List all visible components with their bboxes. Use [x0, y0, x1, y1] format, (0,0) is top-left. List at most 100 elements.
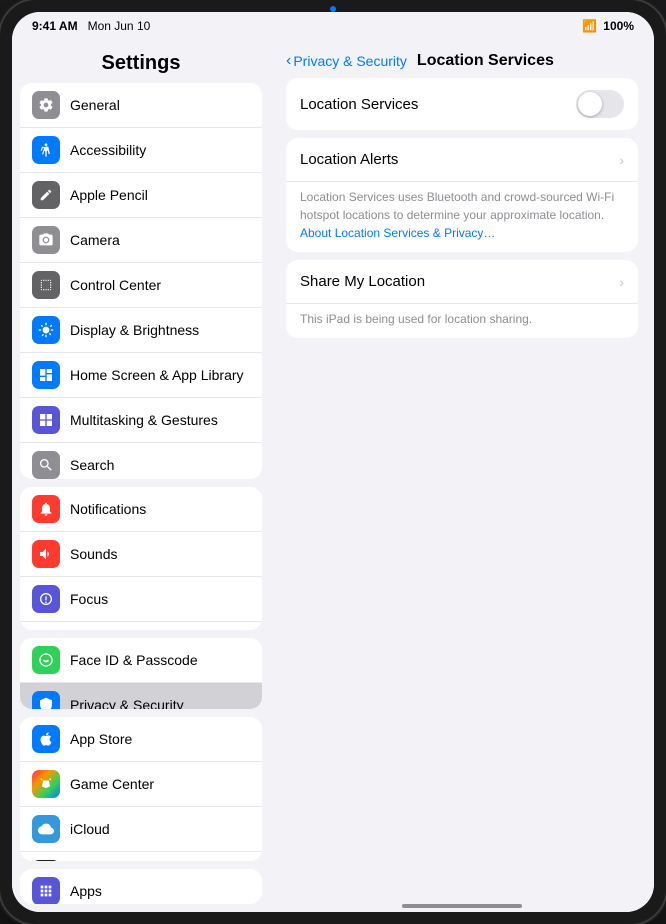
accessibility-label: Accessibility	[70, 142, 250, 158]
sidebar-item-screen-time[interactable]: Screen Time	[20, 622, 262, 630]
sidebar-item-multitasking[interactable]: Multitasking & Gestures	[20, 398, 262, 443]
status-bar: 9:41 AM Mon Jun 10 📶 100%	[12, 12, 654, 40]
app-store-icon	[32, 725, 60, 753]
ipad-frame: 9:41 AM Mon Jun 10 📶 100% Settings	[0, 0, 666, 924]
icloud-label: iCloud	[70, 821, 250, 837]
control-center-icon	[32, 271, 60, 299]
general-label: General	[70, 97, 250, 113]
home-indicator	[270, 892, 654, 912]
sidebar-item-sounds[interactable]: Sounds	[20, 532, 262, 577]
accessibility-icon	[32, 136, 60, 164]
apps-label: Apps	[70, 883, 250, 899]
sidebar-item-face-id[interactable]: Face ID & Passcode	[20, 638, 262, 683]
panel-content: Location Services Location Alerts ›	[270, 78, 654, 346]
location-services-group: Location Services	[286, 78, 638, 130]
share-location-chevron: ›	[619, 274, 624, 290]
location-alerts-label: Location Alerts	[300, 151, 619, 168]
sidebar-item-general[interactable]: General	[20, 83, 262, 128]
game-center-label: Game Center	[70, 776, 250, 792]
sidebar-item-icloud[interactable]: iCloud	[20, 807, 262, 852]
face-id-label: Face ID & Passcode	[70, 652, 250, 668]
sidebar-item-privacy-security[interactable]: Privacy & Security	[20, 683, 262, 709]
sounds-label: Sounds	[70, 546, 250, 562]
notifications-icon	[32, 495, 60, 523]
display-icon	[32, 316, 60, 344]
status-date: Mon Jun 10	[88, 19, 151, 33]
app-store-label: App Store	[70, 731, 250, 747]
share-location-description: This iPad is being used for location sha…	[286, 304, 638, 338]
sidebar-item-apple-pencil[interactable]: Apple Pencil	[20, 173, 262, 218]
location-alerts-chevron: ›	[619, 152, 624, 168]
control-center-label: Control Center	[70, 277, 250, 293]
panel-title: Location Services	[417, 52, 554, 70]
right-panel: ‹ Privacy & Security Location Services L…	[270, 40, 654, 912]
share-my-location-item[interactable]: Share My Location ›	[286, 260, 638, 304]
sidebar-item-notifications[interactable]: Notifications	[20, 487, 262, 532]
battery-indicator: 100%	[603, 19, 634, 33]
general-icon	[32, 91, 60, 119]
spacer	[270, 346, 654, 892]
sidebar: Settings General Accessibility	[12, 40, 270, 912]
sidebar-item-search[interactable]: Search	[20, 443, 262, 479]
wifi-icon: 📶	[582, 19, 597, 33]
toggle-thumb	[578, 92, 602, 116]
location-services-label: Location Services	[300, 96, 576, 113]
homescreen-icon	[32, 361, 60, 389]
sidebar-title: Settings	[12, 40, 270, 83]
sidebar-item-game-center[interactable]: Game Center	[20, 762, 262, 807]
sidebar-item-control-center[interactable]: Control Center	[20, 263, 262, 308]
sidebar-item-camera[interactable]: Camera	[20, 218, 262, 263]
sidebar-group-2: Notifications Sounds Focus	[20, 487, 262, 630]
privacy-icon	[32, 691, 60, 709]
sounds-icon	[32, 540, 60, 568]
location-description-text: Location Services uses Bluetooth and cro…	[300, 190, 614, 222]
share-location-group: Share My Location › This iPad is being u…	[286, 260, 638, 338]
location-services-item[interactable]: Location Services	[286, 78, 638, 130]
sidebar-group-5: Apps	[20, 869, 262, 904]
privacy-label: Privacy & Security	[70, 697, 250, 709]
sidebar-item-homescreen[interactable]: Home Screen & App Library	[20, 353, 262, 398]
search-icon	[32, 451, 60, 479]
multitasking-icon	[32, 406, 60, 434]
location-services-toggle[interactable]	[576, 90, 624, 118]
sidebar-item-focus[interactable]: Focus	[20, 577, 262, 622]
about-location-link[interactable]: About Location Services & Privacy…	[300, 226, 495, 240]
camera-label: Camera	[70, 232, 250, 248]
back-label: Privacy & Security	[293, 53, 407, 69]
location-alerts-item[interactable]: Location Alerts ›	[286, 138, 638, 182]
home-bar	[402, 904, 522, 908]
sidebar-group-3: Face ID & Passcode Privacy & Security	[20, 638, 262, 709]
icloud-icon	[32, 815, 60, 843]
sidebar-item-display-brightness[interactable]: Display & Brightness	[20, 308, 262, 353]
location-description: Location Services uses Bluetooth and cro…	[286, 182, 638, 252]
panel-header: ‹ Privacy & Security Location Services	[270, 40, 654, 78]
sidebar-item-accessibility[interactable]: Accessibility	[20, 128, 262, 173]
back-button[interactable]: ‹ Privacy & Security	[286, 52, 407, 70]
sidebar-group-4: App Store Game Center iCloud	[20, 717, 262, 860]
face-id-icon	[32, 646, 60, 674]
search-label: Search	[70, 457, 250, 473]
apps-icon	[32, 877, 60, 904]
location-alerts-group: Location Alerts › Location Services uses…	[286, 138, 638, 252]
sidebar-item-apps[interactable]: Apps	[20, 869, 262, 904]
ipad-screen: 9:41 AM Mon Jun 10 📶 100% Settings	[12, 12, 654, 912]
display-label: Display & Brightness	[70, 322, 250, 338]
focus-icon	[32, 585, 60, 613]
status-time: 9:41 AM	[32, 19, 78, 33]
share-my-location-label: Share My Location	[300, 273, 619, 290]
sidebar-group-1: General Accessibility Apple Pencil	[20, 83, 262, 479]
homescreen-label: Home Screen & App Library	[70, 367, 250, 383]
notifications-label: Notifications	[70, 501, 250, 517]
focus-label: Focus	[70, 591, 250, 607]
status-right: 📶 100%	[582, 19, 634, 33]
back-chevron-icon: ‹	[286, 52, 291, 70]
share-location-text: This iPad is being used for location sha…	[300, 312, 532, 326]
apple-pencil-icon	[32, 181, 60, 209]
sidebar-item-wallet[interactable]: Wallet & Apple Pay	[20, 852, 262, 860]
camera-icon	[32, 226, 60, 254]
game-center-icon	[32, 770, 60, 798]
apple-pencil-label: Apple Pencil	[70, 187, 250, 203]
multitasking-label: Multitasking & Gestures	[70, 412, 250, 428]
content-area: Settings General Accessibility	[12, 40, 654, 912]
sidebar-item-app-store[interactable]: App Store	[20, 717, 262, 762]
